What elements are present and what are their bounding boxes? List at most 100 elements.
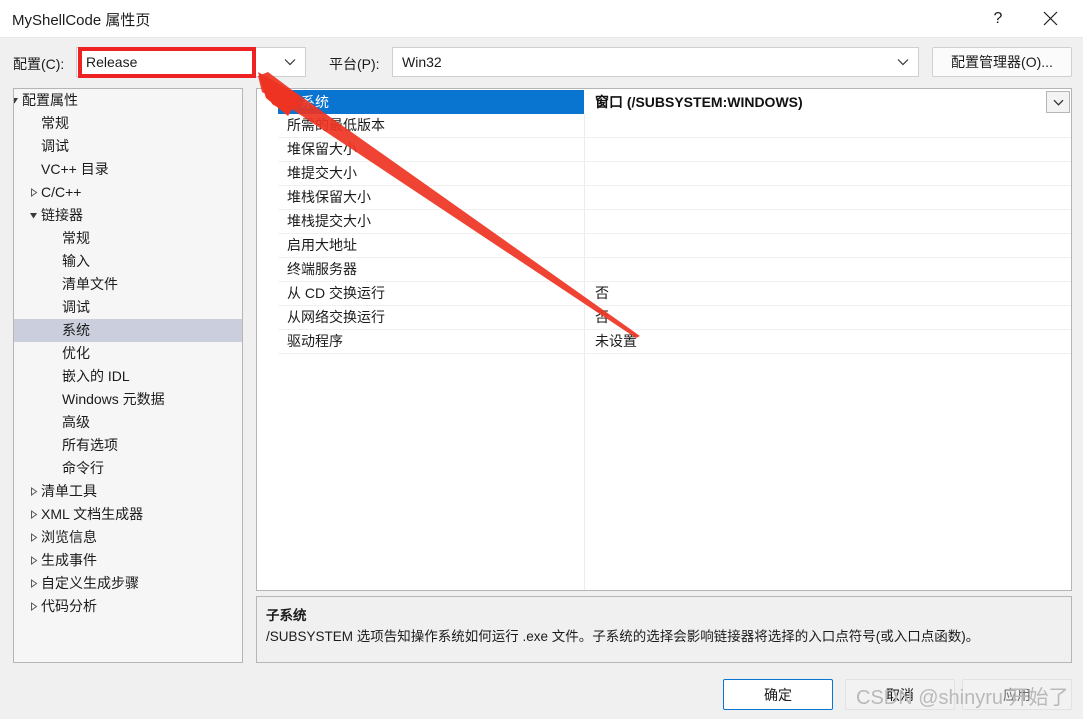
property-row[interactable]: 堆栈提交大小 xyxy=(278,210,1071,234)
tree-item-label: XML 文档生成器 xyxy=(41,506,144,522)
tree-item-label: 浏览信息 xyxy=(41,529,97,545)
tree-item-label: 调试 xyxy=(62,299,90,315)
tree-item[interactable]: 生成事件 xyxy=(14,549,242,572)
tree-item[interactable]: 输入 xyxy=(14,250,242,273)
property-name: 堆栈提交大小 xyxy=(287,213,371,229)
tree-item-label: VC++ 目录 xyxy=(41,161,109,177)
chevron-right-icon[interactable] xyxy=(25,480,41,503)
property-row[interactable]: 所需的最低版本 xyxy=(278,114,1071,138)
property-name: 子系统 xyxy=(287,94,329,110)
platform-combobox[interactable]: Win32 xyxy=(392,47,919,77)
close-button[interactable] xyxy=(1027,0,1073,37)
property-row[interactable]: 堆提交大小 xyxy=(278,162,1071,186)
tree-item-label: 嵌入的 IDL xyxy=(62,368,130,384)
page-title: MyShellCode 属性页 xyxy=(12,12,151,29)
property-name: 堆栈保留大小 xyxy=(287,189,371,205)
apply-button[interactable]: 应用 xyxy=(962,679,1072,710)
property-row[interactable]: 从 CD 交换运行 否 xyxy=(278,282,1071,306)
configuration-combobox[interactable]: Release xyxy=(76,47,306,77)
tree-item[interactable]: Windows 元数据 xyxy=(14,388,242,411)
chevron-right-icon[interactable] xyxy=(25,503,41,526)
title-bar: MyShellCode 属性页 ? xyxy=(0,0,1083,38)
property-name: 从网络交换运行 xyxy=(287,309,385,325)
tree-item-label: 所有选项 xyxy=(62,437,118,453)
tree-item-label: Windows 元数据 xyxy=(62,391,165,407)
tree-item-label: 调试 xyxy=(41,138,69,154)
chevron-down-icon xyxy=(275,58,305,66)
tree-item[interactable]: 优化 xyxy=(14,342,242,365)
configuration-label: 配置(C): xyxy=(13,56,65,72)
property-row[interactable]: 启用大地址 xyxy=(278,234,1071,258)
property-row[interactable]: 子系统 窗口 (/SUBSYSTEM:WINDOWS) xyxy=(278,90,1071,114)
chevron-right-icon[interactable] xyxy=(25,572,41,595)
tree-item[interactable]: 配置属性 xyxy=(14,89,242,112)
tree-item-label: 代码分析 xyxy=(41,598,97,614)
tree-item[interactable]: 浏览信息 xyxy=(14,526,242,549)
property-name: 启用大地址 xyxy=(287,237,357,253)
property-value: 否 xyxy=(595,285,609,301)
tree-item[interactable]: 嵌入的 IDL xyxy=(14,365,242,388)
tree-item-label: 清单工具 xyxy=(41,483,97,499)
tree-item[interactable]: VC++ 目录 xyxy=(14,158,242,181)
cancel-button[interactable]: 取消 xyxy=(845,679,955,710)
chevron-right-icon[interactable] xyxy=(25,595,41,618)
property-row[interactable]: 从网络交换运行 否 xyxy=(278,306,1071,330)
chevron-right-icon[interactable] xyxy=(25,549,41,572)
property-name: 终端服务器 xyxy=(287,261,357,277)
property-name: 堆保留大小 xyxy=(287,141,357,157)
tree-item-label: C/C++ xyxy=(41,184,82,200)
platform-label: 平台(P): xyxy=(329,56,380,72)
tree-item[interactable]: 清单工具 xyxy=(14,480,242,503)
tree-item[interactable]: 自定义生成步骤 xyxy=(14,572,242,595)
ok-button[interactable]: 确定 xyxy=(723,679,833,710)
tree-item[interactable]: 所有选项 xyxy=(14,434,242,457)
tree-item[interactable]: 链接器 xyxy=(14,204,242,227)
property-grid[interactable]: 子系统 窗口 (/SUBSYSTEM:WINDOWS) 所需的最低版本堆保留大小堆提… xyxy=(256,88,1072,591)
tree-item-label: 清单文件 xyxy=(62,276,118,292)
chevron-down-icon[interactable] xyxy=(25,204,41,227)
tree-item-label: 高级 xyxy=(62,414,90,430)
property-row[interactable]: 驱动程序 未设置 xyxy=(278,330,1071,354)
tree-item[interactable]: 常规 xyxy=(14,227,242,250)
platform-value: Win32 xyxy=(402,54,442,70)
tree-item[interactable]: C/C++ xyxy=(14,181,242,204)
question-mark-icon: ? xyxy=(993,9,1003,27)
property-name: 堆提交大小 xyxy=(287,165,357,181)
chevron-right-icon[interactable] xyxy=(25,181,41,204)
configuration-tree[interactable]: 配置属性 常规 调试 VC++ 目录 C/C++ 链接器 常规 输入 清单文件 调试 系统 优化 嵌入的… xyxy=(13,88,243,663)
tree-item[interactable]: 系统 xyxy=(14,319,242,342)
property-value-editor[interactable]: 窗口 (/SUBSYSTEM:WINDOWS) xyxy=(584,90,1071,114)
tree-item[interactable]: XML 文档生成器 xyxy=(14,503,242,526)
chevron-down-icon xyxy=(888,58,918,66)
tree-item-label: 常规 xyxy=(62,230,90,246)
tree-item-label: 输入 xyxy=(62,253,90,269)
tree-item-label: 命令行 xyxy=(62,460,104,476)
description-panel: 子系统 /SUBSYSTEM 选项告知操作系统如何运行 .exe 文件。子系统的… xyxy=(256,596,1072,663)
property-value: 否 xyxy=(595,309,609,325)
property-name: 从 CD 交换运行 xyxy=(287,285,385,301)
help-button[interactable]: ? xyxy=(975,0,1021,37)
tree-item[interactable]: 调试 xyxy=(14,296,242,319)
property-value: 未设置 xyxy=(595,333,637,349)
tree-item[interactable]: 命令行 xyxy=(14,457,242,480)
tree-item-label: 生成事件 xyxy=(41,552,97,568)
chevron-down-icon[interactable] xyxy=(14,89,22,112)
description-title: 子系统 xyxy=(266,608,307,623)
tree-item-label: 常规 xyxy=(41,115,69,131)
description-body: /SUBSYSTEM 选项告知操作系统如何运行 .exe 文件。子系统的选择会影… xyxy=(266,629,980,644)
chevron-down-icon[interactable] xyxy=(1046,91,1070,113)
tree-item[interactable]: 高级 xyxy=(14,411,242,434)
configuration-manager-button[interactable]: 配置管理器(O)... xyxy=(932,47,1072,77)
tree-item-label: 系统 xyxy=(62,322,90,338)
property-row[interactable]: 堆栈保留大小 xyxy=(278,186,1071,210)
property-row[interactable]: 堆保留大小 xyxy=(278,138,1071,162)
property-value: 窗口 (/SUBSYSTEM:WINDOWS) xyxy=(595,94,803,110)
tree-item[interactable]: 代码分析 xyxy=(14,595,242,618)
property-row[interactable]: 终端服务器 xyxy=(278,258,1071,282)
tree-item[interactable]: 常规 xyxy=(14,112,242,135)
chevron-right-icon[interactable] xyxy=(25,526,41,549)
tree-item[interactable]: 调试 xyxy=(14,135,242,158)
tree-item-label: 配置属性 xyxy=(22,92,78,108)
tree-item[interactable]: 清单文件 xyxy=(14,273,242,296)
tree-item-label: 链接器 xyxy=(41,207,83,223)
